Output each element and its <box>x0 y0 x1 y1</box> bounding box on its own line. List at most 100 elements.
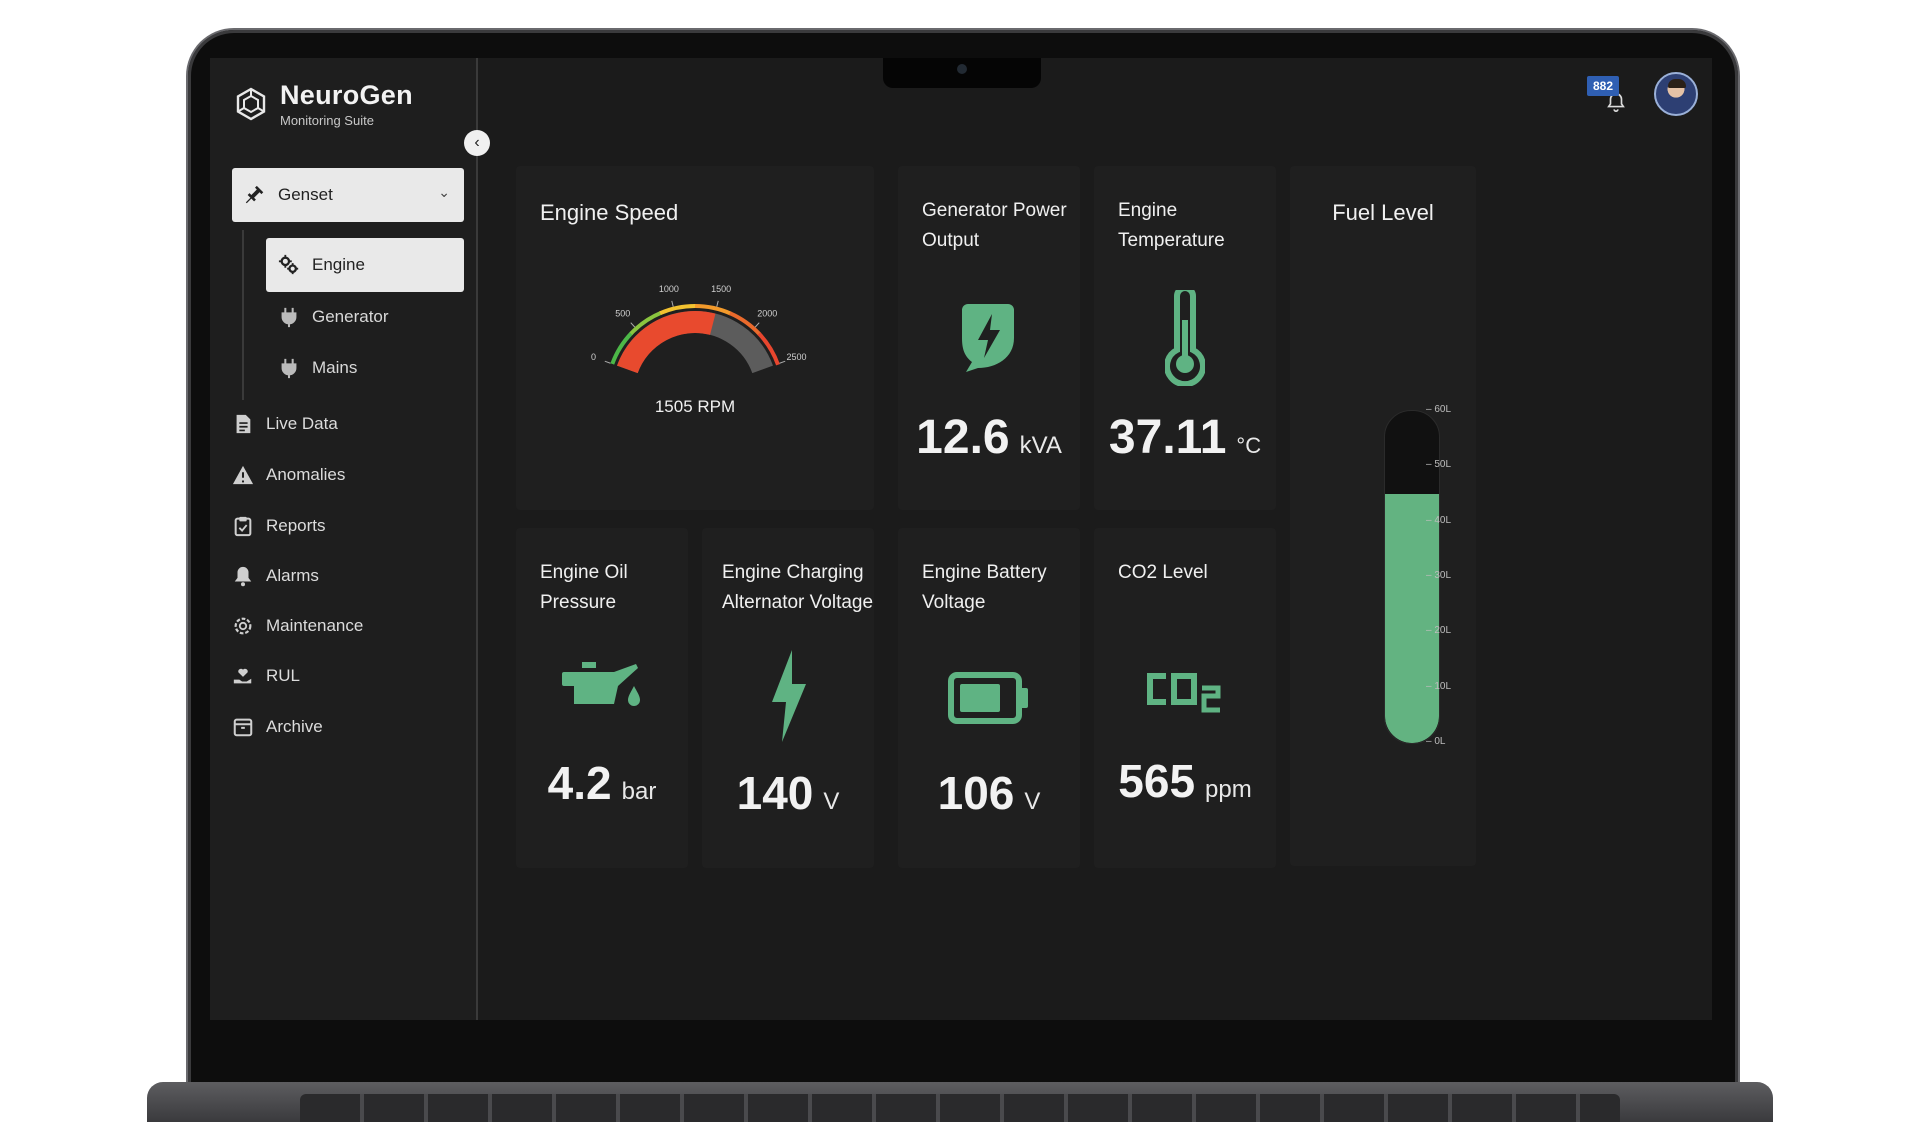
card-title: Engine Battery Voltage <box>922 562 1047 613</box>
camera-icon <box>957 64 967 74</box>
oil-pressure-card: Engine Oil Pressure 4.2 bar <box>516 528 688 868</box>
brand-logo-icon <box>236 87 266 121</box>
document-icon <box>232 413 254 435</box>
sidebar-item-generator[interactable]: Generator <box>266 290 464 344</box>
fuel-tick-label: – 20L <box>1426 625 1452 637</box>
sidebar-collapse-button[interactable]: ‹ <box>464 130 490 156</box>
gauge-tick-label: 1500 <box>711 284 731 294</box>
co2-level-card: CO2 Level 565 ppm <box>1094 528 1276 868</box>
value-row: 565 ppm <box>1094 754 1276 808</box>
gauge-tick-label: 500 <box>615 309 630 319</box>
sidebar-item-label: Alarms <box>266 566 319 585</box>
plug-icon <box>244 184 266 206</box>
value-row: 106 V <box>898 766 1080 820</box>
card-title: CO2 Level <box>1118 562 1208 583</box>
chevron-down-icon[interactable]: ⌄ <box>438 184 450 201</box>
plug-icon <box>278 357 300 379</box>
sidebar-item-engine[interactable]: Engine <box>266 238 464 292</box>
sidebar: NeuroGen Monitoring Suite Genset ⌄ Engin… <box>210 58 478 1020</box>
oil-pressure-unit: bar <box>621 778 657 805</box>
sidebar-item-label: Reports <box>266 516 326 535</box>
sidebar-group-label: Genset <box>278 185 333 204</box>
fuel-tick-label: – 60L <box>1426 404 1452 415</box>
charging-voltage-value: 140 <box>736 767 814 819</box>
card-title: Engine Oil Pressure <box>540 562 628 613</box>
co2-icon <box>1147 673 1221 713</box>
gauge-tick-label: 2000 <box>757 309 777 319</box>
leaf-bolt-icon <box>962 304 1014 372</box>
value-row: 4.2 bar <box>516 756 688 810</box>
engine-speed-card: Engine Speed 0 500 1000 1500 2000 2500 1505 RP… <box>516 166 874 510</box>
co2-value: 565 <box>1118 755 1196 807</box>
fuel-tick-label: – 50L <box>1426 459 1452 471</box>
notification-badge: 882 <box>1587 76 1620 96</box>
bell-icon <box>232 565 254 587</box>
gauge-value-arc <box>617 311 716 374</box>
brand-subtitle: Monitoring Suite <box>280 113 374 128</box>
laptop-keyboard <box>300 1094 1620 1122</box>
warning-icon <box>232 464 254 486</box>
thermometer-icon <box>1165 290 1205 386</box>
charging-voltage-unit: V <box>823 788 840 815</box>
sidebar-item-label: RUL <box>266 666 301 685</box>
avatar[interactable] <box>1654 72 1698 116</box>
battery-icon <box>948 672 1028 724</box>
submenu-line <box>242 230 244 400</box>
sidebar-item-label: Anomalies <box>266 465 346 484</box>
clipboard-icon <box>232 515 254 537</box>
sidebar-item-reports[interactable]: Reports <box>232 506 464 546</box>
speed-gauge: 0 500 1000 1500 2000 2500 1505 RPM <box>591 284 806 416</box>
heart-hand-icon <box>232 665 254 687</box>
generator-power-card: Generator Power Output 12.6 kVA <box>898 166 1080 510</box>
power-value: 12.6 <box>916 411 1010 464</box>
sidebar-item-label: Engine <box>312 255 365 274</box>
sidebar-item-label: Mains <box>312 358 358 377</box>
sidebar-item-label: Archive <box>266 717 323 736</box>
gears-icon <box>278 254 300 276</box>
sidebar-item-rul[interactable]: RUL <box>232 656 464 696</box>
sidebar-item-alarms[interactable]: Alarms <box>232 556 464 596</box>
sidebar-item-live-data[interactable]: Live Data <box>232 404 464 444</box>
battery-voltage-value: 106 <box>937 767 1015 819</box>
sidebar-item-label: Generator <box>312 307 389 326</box>
sidebar-item-archive[interactable]: Archive <box>232 707 464 747</box>
gauge-tick <box>754 322 760 328</box>
value-row: 12.6 kVA <box>898 410 1080 465</box>
archive-icon <box>232 716 254 738</box>
temperature-value: 37.11 <box>1108 411 1227 464</box>
chevron-left-icon: ‹ <box>474 134 480 151</box>
card-title: Generator Power Output <box>922 200 1067 251</box>
sidebar-item-anomalies[interactable]: Anomalies <box>232 455 464 495</box>
plug-icon <box>278 306 300 328</box>
fuel-tick-label: – 10L <box>1426 680 1452 692</box>
fuel-fill <box>1385 494 1439 743</box>
engine-temperature-card: Engine Temperature 37.11 °C <box>1094 166 1276 510</box>
temperature-unit: °C <box>1236 433 1262 458</box>
app-screen: NeuroGen Monitoring Suite Genset ⌄ Engin… <box>210 58 1712 1020</box>
sidebar-item-mains[interactable]: Mains <box>266 341 464 395</box>
gauge-readout: 1505 RPM <box>655 397 735 416</box>
gauge-tick <box>604 360 611 364</box>
sidebar-item-label: Maintenance <box>266 616 364 635</box>
wrench-gear-icon <box>232 615 254 637</box>
fuel-tick-label: – 40L <box>1426 514 1452 526</box>
oil-pressure-value: 4.2 <box>547 757 612 809</box>
gauge-tick <box>779 360 786 364</box>
fuel-level-card: Fuel Level – 60L – 50L – 40L – 30L – 20L – 10… <box>1290 166 1476 866</box>
camera-notch <box>883 58 1041 88</box>
value-row: 140 V <box>702 766 874 820</box>
brand[interactable]: NeuroGen Monitoring Suite <box>234 80 413 128</box>
sidebar-group-genset[interactable]: Genset ⌄ <box>232 168 464 222</box>
gauge-tick <box>671 300 674 307</box>
lightning-icon <box>772 650 806 742</box>
sidebar-item-maintenance[interactable]: Maintenance <box>232 606 464 646</box>
gauge-tick-label: 2500 <box>786 352 806 362</box>
co2-unit: ppm <box>1205 776 1252 803</box>
gauge-tick <box>716 300 719 307</box>
charging-voltage-card: Engine Charging Alternator Voltage 140 V <box>702 528 874 868</box>
notifications-button[interactable]: 882 <box>1587 76 1627 116</box>
gauge-tick-label: 0 <box>591 352 596 362</box>
fuel-tick-label: – 30L <box>1426 570 1452 581</box>
gauge-tick <box>630 322 636 328</box>
brand-name: NeuroGen <box>280 80 413 110</box>
